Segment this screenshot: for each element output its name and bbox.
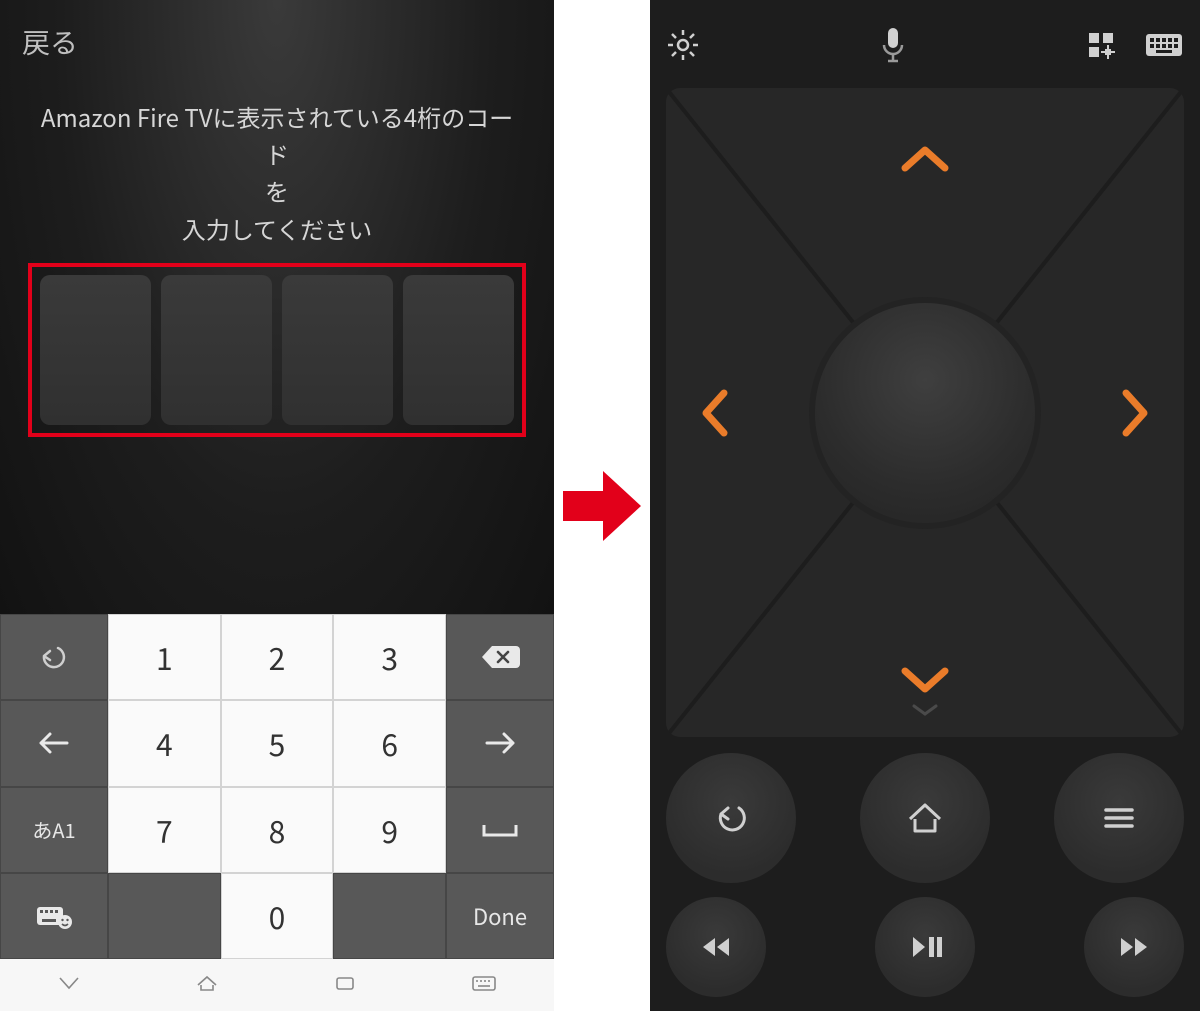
code-digit-2[interactable] (161, 275, 272, 425)
keypad-2[interactable]: 2 (221, 614, 334, 700)
apps-icon[interactable] (1086, 30, 1118, 60)
dpad-right[interactable] (1118, 385, 1152, 441)
keypad-7[interactable]: 7 (108, 787, 221, 873)
arrow-right-icon[interactable] (446, 700, 554, 786)
pairing-code-screen: 戻る Amazon Fire TVに表示されている4桁のコード を 入力してくだ… (0, 0, 554, 1011)
keypad-6[interactable]: 6 (333, 700, 446, 786)
numeric-keypad: 1 2 3 4 5 6 あA1 7 8 9 (0, 614, 554, 959)
space-icon[interactable] (446, 787, 554, 873)
back-button[interactable]: 戻る (22, 22, 532, 62)
dpad-down[interactable] (897, 663, 953, 697)
nav-recent-icon[interactable] (332, 973, 358, 998)
transition-arrow (554, 0, 650, 1011)
keypad-blank-right (333, 873, 446, 959)
home-button[interactable] (860, 753, 990, 883)
keypad-5[interactable]: 5 (221, 700, 334, 786)
play-pause-button[interactable] (875, 897, 975, 997)
keypad-3[interactable]: 3 (333, 614, 446, 700)
controls-row-1 (666, 753, 1184, 883)
done-button[interactable]: Done (446, 873, 554, 959)
backspace-icon[interactable] (446, 614, 554, 700)
menu-button[interactable] (1054, 753, 1184, 883)
controls-row-2 (666, 897, 1184, 997)
dpad-select-button[interactable] (815, 303, 1035, 523)
dpad-left[interactable] (698, 385, 732, 441)
pairing-top-panel: 戻る Amazon Fire TVに表示されている4桁のコード を 入力してくだ… (0, 0, 554, 670)
pairing-msg-line3: 入力してください (182, 211, 373, 246)
keypad-4[interactable]: 4 (108, 700, 221, 786)
dpad-touchpad[interactable] (666, 88, 1184, 737)
fast-forward-button[interactable] (1084, 897, 1184, 997)
pairing-instruction-text: Amazon Fire TVに表示されている4桁のコード を 入力してください (30, 98, 524, 247)
code-digit-4[interactable] (403, 275, 514, 425)
dpad-up[interactable] (897, 142, 953, 176)
remote-control-screen (650, 0, 1200, 1011)
nav-keyboard-icon[interactable] (470, 973, 498, 998)
arrow-left-icon[interactable] (0, 700, 108, 786)
pairing-msg-line1: Amazon Fire TVに表示されている4桁のコード (41, 99, 513, 171)
undo-icon[interactable] (0, 614, 108, 700)
back-button[interactable] (666, 753, 796, 883)
keypad-blank-left (108, 873, 221, 959)
nav-home-icon[interactable] (194, 973, 220, 998)
code-input-highlight (28, 263, 526, 437)
nav-down-icon[interactable] (56, 973, 82, 998)
input-mode-toggle[interactable]: あA1 (0, 787, 108, 873)
code-digit-3[interactable] (282, 275, 393, 425)
arrow-right-red-icon (559, 461, 645, 551)
keyboard-icon[interactable] (1144, 31, 1184, 59)
keypad-0[interactable]: 0 (221, 873, 334, 959)
chevron-down-icon (910, 699, 940, 723)
keypad-9[interactable]: 9 (333, 787, 446, 873)
rewind-button[interactable] (666, 897, 766, 997)
mic-icon[interactable] (879, 25, 907, 65)
keypad-1[interactable]: 1 (108, 614, 221, 700)
remote-topbar (666, 10, 1184, 80)
pairing-msg-line2: を (265, 173, 289, 208)
emoji-keyboard-icon[interactable] (0, 873, 108, 959)
settings-icon[interactable] (666, 28, 700, 62)
android-navbar (0, 959, 554, 1011)
keypad-8[interactable]: 8 (221, 787, 334, 873)
code-digit-1[interactable] (40, 275, 151, 425)
